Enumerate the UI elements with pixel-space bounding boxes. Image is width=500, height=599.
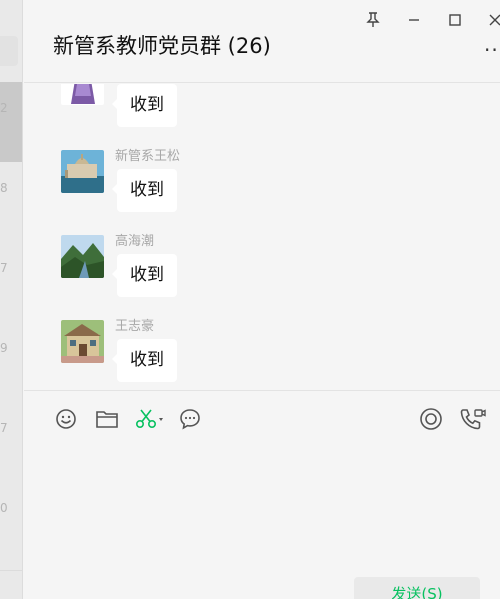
message-bubble: 收到 <box>112 84 177 127</box>
sender-name: 王志豪 <box>115 319 155 334</box>
chat-list-time-fragment: 0 <box>0 501 8 515</box>
send-button[interactable]: 发送(S) <box>354 577 480 599</box>
sender-name: 高海潮 <box>115 234 155 249</box>
chat-list-edge: 2 8 7 9 7 0 <box>0 0 23 599</box>
folder-icon[interactable] <box>94 406 120 432</box>
emoji-icon[interactable] <box>53 406 79 432</box>
chat-list-time-fragment: 7 <box>0 421 8 435</box>
chat-header: 新管系教师党员群 (26) ··· <box>24 0 500 83</box>
minimize-icon[interactable] <box>404 10 424 30</box>
live-icon[interactable] <box>418 406 444 432</box>
chat-title: 新管系教师党员群 (26) <box>53 34 271 58</box>
search-box-edge[interactable] <box>0 36 18 66</box>
chat-list-time-fragment: 9 <box>0 341 8 355</box>
active-chat-item-edge[interactable] <box>0 82 22 162</box>
message-bubble: 收到 <box>112 254 177 297</box>
chat-list-time-fragment: 8 <box>0 181 8 195</box>
message-list[interactable]: 收到 新管系王松 收到 高海潮 收到 王志豪 收到 <box>24 84 500 390</box>
message-bubble: 收到 <box>112 339 177 382</box>
chat-list-bottom-bar <box>0 570 22 599</box>
more-options-button[interactable]: ··· <box>484 38 500 62</box>
sender-name: 新管系王松 <box>115 149 181 164</box>
message-bubble: 收到 <box>112 169 177 212</box>
voice-video-call-icon[interactable] <box>458 406 488 432</box>
chat-list-time-fragment: 7 <box>0 261 8 275</box>
close-icon[interactable] <box>485 10 500 30</box>
avatar[interactable] <box>61 150 104 193</box>
message-input-area[interactable]: 发送(S) <box>24 390 500 599</box>
chat-window: 2 8 7 9 7 0 新管系教师党员群 (26) ··· <box>0 0 500 599</box>
screenshot-scissors-icon[interactable] <box>134 406 168 432</box>
pin-icon[interactable] <box>363 10 383 30</box>
chat-list-time-fragment: 2 <box>0 101 8 115</box>
maximize-icon[interactable] <box>445 10 465 30</box>
chat-history-icon[interactable] <box>177 406 203 432</box>
avatar[interactable] <box>61 235 104 278</box>
avatar[interactable] <box>61 84 104 105</box>
avatar[interactable] <box>61 320 104 363</box>
